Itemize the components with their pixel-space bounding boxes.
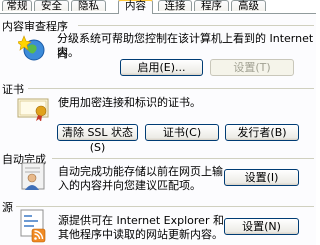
tab-content[interactable]: 内容 [118,0,153,14]
autocomplete-settings-button[interactable]: 设置(I) [224,169,299,186]
tab-programs[interactable]: 程序 [194,0,229,12]
feeds-title: 源 [2,201,13,214]
feeds-description-1: 源提供可在 Internet Explorer 和 [58,214,224,227]
divider [28,88,314,89]
tab-label: 常规 [6,0,28,12]
enable-button[interactable]: 启用(E)... [120,59,203,76]
tab-label: 内容 [125,0,146,12]
certificates-description: 使用加密连接和标识的证书。 [58,96,201,109]
content-advisor-settings-button[interactable]: 设置(T) [210,59,294,76]
tab-privacy[interactable]: 隐私 [71,0,106,12]
tab-label: 连接 [164,0,186,12]
autocomplete-icon [21,162,45,190]
tab-label: 高级 [238,0,259,12]
publishers-button[interactable]: 发行者(B) [225,124,299,141]
divider [16,206,314,207]
content-advisor-icon [18,35,45,61]
tab-label: 安全 [41,0,62,12]
feeds-icon [20,209,46,243]
tab-label: 隐私 [78,0,99,12]
tab-security[interactable]: 安全 [34,0,69,12]
divider [52,158,314,159]
tab-label: 程序 [201,0,222,12]
tab-connections[interactable]: 连接 [158,0,192,12]
feeds-description-2: 其他程序中读取的网站更新内容。 [58,228,223,241]
tab-advanced[interactable]: 高级 [231,0,266,12]
content-advisor-description-2: 容。 [57,46,79,59]
certificates-button[interactable]: 证书(C) [145,124,219,141]
tab-general[interactable]: 常规 [2,0,32,12]
tab-strip: 常规 安全 隐私 内容 连接 程序 高级 [0,0,316,14]
divider [78,25,314,26]
autocomplete-description-1: 自动完成功能存储以前在网页上输 [58,165,223,178]
content-tab-panel: 内容审查程序 分级系统可帮助您控制在该计算机上看到的 Internet 内 容。… [0,14,316,245]
content-advisor-description-1: 分级系统可帮助您控制在该计算机上看到的 Internet 内 [57,32,314,60]
certificate-icon [17,98,49,121]
feeds-settings-button[interactable]: 设置(N) [224,218,299,235]
clear-ssl-state-button[interactable]: 清除 SSL 状态(S) [57,124,138,154]
autocomplete-description-2: 入的内容并向您建议匹配项。 [58,179,201,192]
